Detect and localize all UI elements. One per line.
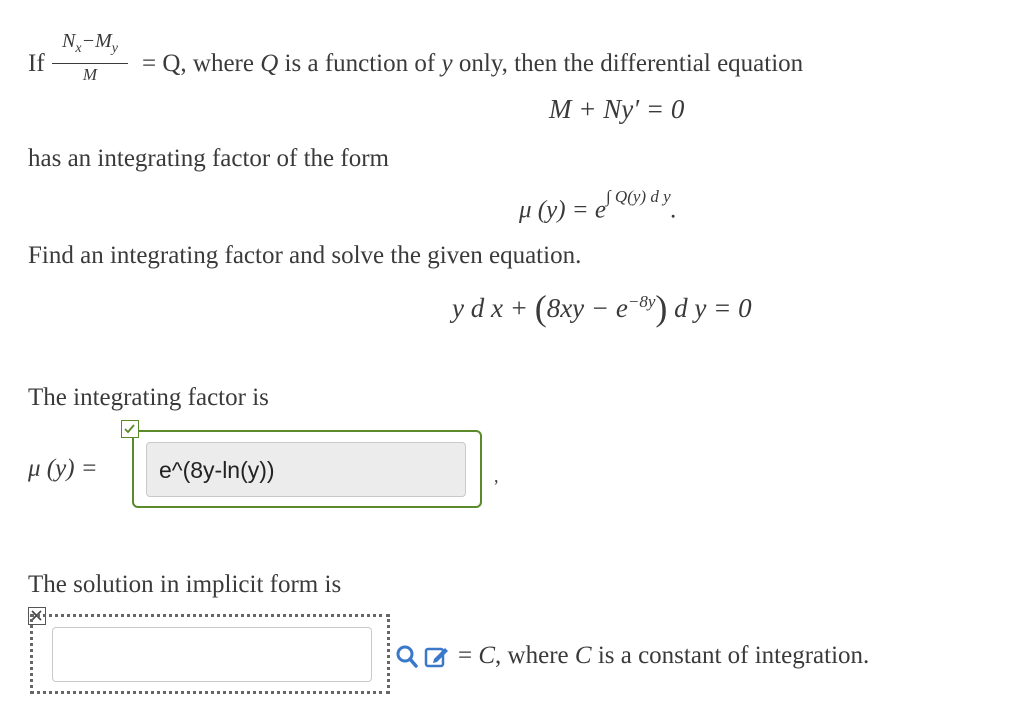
condition-fraction: Nx−My M bbox=[52, 30, 128, 84]
equation-m-ny: M + Ny′ = 0 bbox=[549, 94, 685, 124]
solution-tail-text: = C, where C is a constant of integratio… bbox=[458, 642, 870, 669]
trailing-comma: , bbox=[494, 466, 499, 486]
fraction-bar bbox=[52, 63, 128, 64]
has-integrating-factor-text: has an integrating factor of the form bbox=[28, 145, 389, 172]
integrating-factor-label: The integrating factor is bbox=[28, 384, 269, 411]
mu-prompt: μ (y) = bbox=[28, 455, 98, 482]
integrating-factor-input[interactable]: e^(8y-ln(y)) bbox=[146, 442, 466, 497]
given-equation: y d x + (8xy − e−8y) d y = 0 bbox=[452, 288, 752, 328]
if-label: If bbox=[28, 50, 45, 77]
fraction-numerator: Nx−My bbox=[62, 30, 118, 56]
check-icon bbox=[121, 420, 139, 438]
solution-label: The solution in implicit form is bbox=[28, 571, 342, 598]
mu-formula: μ (y) = e∫ Q(y) d y. bbox=[519, 187, 677, 224]
edit-icon[interactable] bbox=[424, 644, 450, 675]
solution-input[interactable] bbox=[52, 627, 372, 682]
fraction-denominator: M bbox=[82, 65, 98, 84]
find-instruction: Find an integrating factor and solve the… bbox=[28, 242, 582, 269]
search-icon[interactable] bbox=[395, 644, 419, 675]
condition-text: = Q, where Q is a function of y only, th… bbox=[142, 50, 804, 77]
